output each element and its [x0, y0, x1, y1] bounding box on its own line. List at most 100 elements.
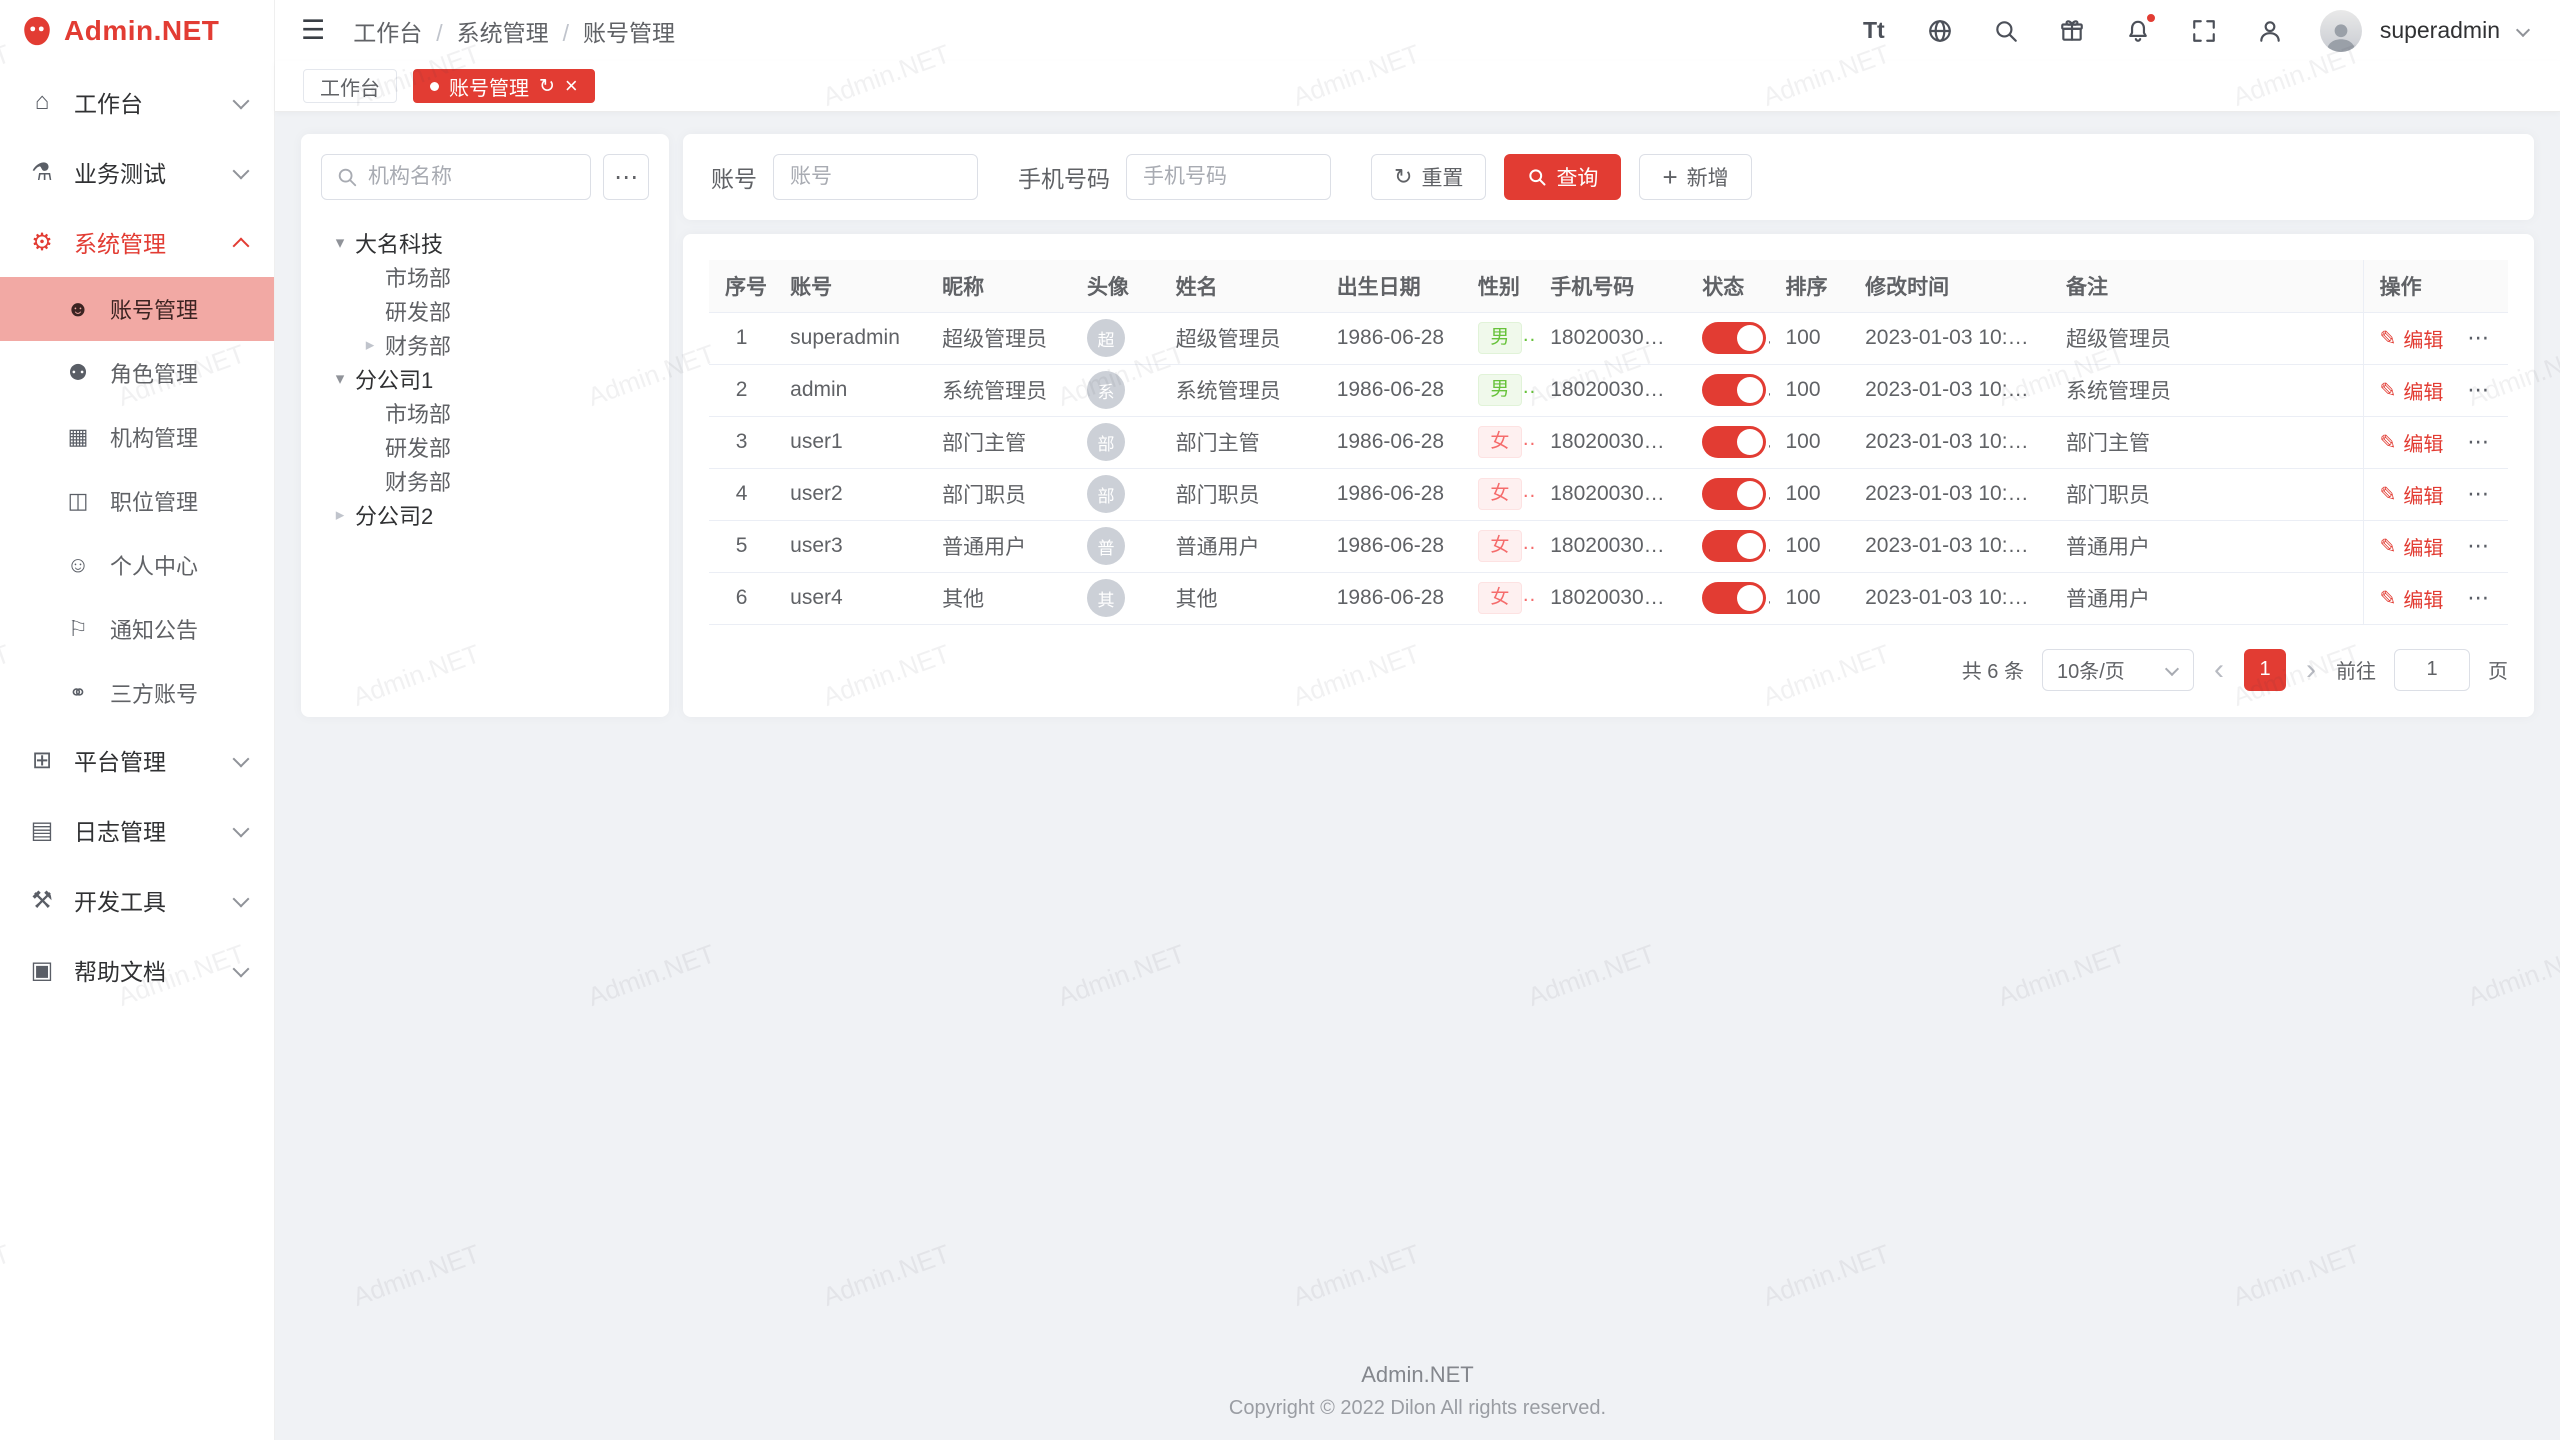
cell-birth: 1986-06-28 — [1321, 312, 1462, 364]
sidebar-item[interactable]: 日志管理 — [0, 795, 274, 865]
table-row[interactable]: 2 admin 系统管理员 系 系统管理员 1986-06-28 男 18020… — [709, 364, 2508, 416]
navbar-actions: Tt — [1858, 10, 2530, 52]
next-page-icon[interactable]: › — [2304, 655, 2318, 685]
status-toggle[interactable] — [1702, 426, 1766, 458]
close-icon[interactable]: × — [565, 75, 578, 97]
page-size-select[interactable]: 10条/页 — [2042, 649, 2194, 691]
tree-caret-icon[interactable] — [325, 505, 355, 525]
sidebar-item[interactable]: 机构管理 — [0, 405, 274, 469]
sidebar-item[interactable]: 帮助文档 — [0, 935, 274, 1005]
cell-account: user3 — [774, 520, 926, 572]
table-header-cell: 操作 — [2363, 260, 2508, 312]
sidebar: Admin.NET 工作台 业务测试 — [0, 0, 275, 1440]
sidebar-item[interactable]: 角色管理 — [0, 341, 274, 405]
table-row[interactable]: 6 user4 其他 其 其他 1986-06-28 女 18020030720 — [709, 572, 2508, 624]
breadcrumb-item[interactable]: 账号管理 — [549, 14, 675, 48]
menu-label: 帮助文档 — [74, 953, 232, 987]
sidebar-item[interactable]: 系统管理 — [0, 207, 274, 277]
refresh-icon[interactable]: ↻ — [539, 77, 555, 96]
row-more-icon[interactable]: ⋯ — [2467, 585, 2490, 610]
menu-icon — [62, 296, 94, 322]
tree-caret-icon[interactable] — [355, 335, 385, 355]
chevron-icon — [232, 163, 250, 181]
row-more-icon[interactable]: ⋯ — [2467, 377, 2490, 402]
phone-input[interactable] — [1126, 154, 1331, 200]
row-more-icon[interactable]: ⋯ — [2467, 325, 2490, 350]
tree-node[interactable]: 财务部 — [321, 328, 649, 362]
bell-icon[interactable] — [2122, 15, 2154, 47]
sidebar-item[interactable]: 业务测试 — [0, 137, 274, 207]
sidebar-item[interactable]: 账号管理 — [0, 277, 274, 341]
status-toggle[interactable] — [1702, 478, 1766, 510]
logo[interactable]: Admin.NET — [0, 0, 274, 61]
logo-title: Admin.NET — [64, 15, 219, 47]
reset-button[interactable]: ↻ 重置 — [1371, 154, 1486, 200]
status-toggle[interactable] — [1702, 530, 1766, 562]
sidebar-item[interactable]: 工作台 — [0, 67, 274, 137]
tree-node[interactable]: 研发部 — [321, 294, 649, 328]
cell-nickname: 部门主管 — [926, 416, 1071, 468]
theme-icon[interactable] — [2056, 15, 2088, 47]
search-button[interactable]: 查询 — [1504, 154, 1621, 200]
edit-button[interactable]: 编辑 — [2380, 376, 2444, 405]
avatar[interactable] — [2320, 10, 2362, 52]
edit-button[interactable]: 编辑 — [2380, 584, 2444, 613]
cell-time: 2023-01-03 10:59:44 — [1849, 520, 2050, 572]
edit-button[interactable]: 编辑 — [2380, 532, 2444, 561]
status-toggle[interactable] — [1702, 322, 1766, 354]
tree-node[interactable]: 财务部 — [321, 464, 649, 498]
tag-tab[interactable]: 工作台 — [303, 69, 397, 103]
tree-node[interactable]: 分公司2 — [321, 498, 649, 532]
tree-node[interactable]: 市场部 — [321, 260, 649, 294]
username[interactable]: superadmin — [2380, 17, 2500, 44]
font-size-icon[interactable]: Tt — [1858, 15, 1890, 47]
table-header-cell: 出生日期 — [1321, 260, 1462, 312]
sidebar-item[interactable]: 通知公告 — [0, 597, 274, 661]
breadcrumb-item[interactable]: 工作台 — [353, 14, 422, 48]
sidebar-item[interactable]: 平台管理 — [0, 725, 274, 795]
tree-node-label: 大名科技 — [355, 227, 443, 259]
menu-icon — [26, 228, 58, 257]
language-icon[interactable] — [1924, 15, 1956, 47]
sidebar-item[interactable]: 三方账号 — [0, 661, 274, 725]
goto-page-input[interactable] — [2394, 649, 2470, 691]
prev-page-icon[interactable]: ‹ — [2212, 655, 2226, 685]
account-input[interactable] — [773, 154, 978, 200]
table-row[interactable]: 4 user2 部门职员 部 部门职员 1986-06-28 女 1802003… — [709, 468, 2508, 520]
row-more-icon[interactable]: ⋯ — [2467, 429, 2490, 454]
profile-icon[interactable] — [2254, 15, 2286, 47]
tab-dot — [430, 82, 439, 91]
table-row[interactable]: 3 user1 部门主管 部 部门主管 1986-06-28 女 1802003… — [709, 416, 2508, 468]
table-row[interactable]: 5 user3 普通用户 普 普通用户 1986-06-28 女 1802003… — [709, 520, 2508, 572]
table-row[interactable]: 1 superadmin 超级管理员 超 超级管理员 1986-06-28 男 … — [709, 312, 2508, 364]
tree-node[interactable]: 分公司1 — [321, 362, 649, 396]
tag-tab[interactable]: 账号管理 ↻ × — [413, 69, 595, 103]
status-toggle[interactable] — [1702, 582, 1766, 614]
current-page[interactable]: 1 — [2244, 649, 2286, 691]
tree-node[interactable]: 研发部 — [321, 430, 649, 464]
fullscreen-icon[interactable] — [2188, 15, 2220, 47]
row-more-icon[interactable]: ⋯ — [2467, 533, 2490, 558]
sidebar-item[interactable]: 开发工具 — [0, 865, 274, 935]
hamburger-icon[interactable]: ☰ — [301, 17, 325, 44]
tree-node[interactable]: 大名科技 — [321, 226, 649, 260]
edit-button[interactable]: 编辑 — [2380, 428, 2444, 457]
status-toggle[interactable] — [1702, 374, 1766, 406]
breadcrumb-item[interactable]: 系统管理 — [422, 14, 548, 48]
chevron-down-icon[interactable] — [2516, 24, 2530, 38]
sidebar-item[interactable]: 职位管理 — [0, 469, 274, 533]
tree-caret-icon[interactable] — [325, 233, 355, 253]
tree-node[interactable]: 市场部 — [321, 396, 649, 430]
search-icon[interactable] — [1990, 15, 2022, 47]
menu-icon — [62, 552, 94, 578]
tree-caret-icon[interactable] — [325, 369, 355, 389]
row-more-icon[interactable]: ⋯ — [2467, 481, 2490, 506]
chevron-icon — [232, 300, 250, 318]
edit-button[interactable]: 编辑 — [2380, 324, 2444, 353]
org-search-input[interactable] — [368, 165, 576, 189]
more-options-icon[interactable]: ⋯ — [603, 154, 649, 200]
edit-button[interactable]: 编辑 — [2380, 480, 2444, 509]
cell-index: 1 — [709, 312, 774, 364]
add-button[interactable]: + 新增 — [1639, 154, 1751, 200]
sidebar-item[interactable]: 个人中心 — [0, 533, 274, 597]
